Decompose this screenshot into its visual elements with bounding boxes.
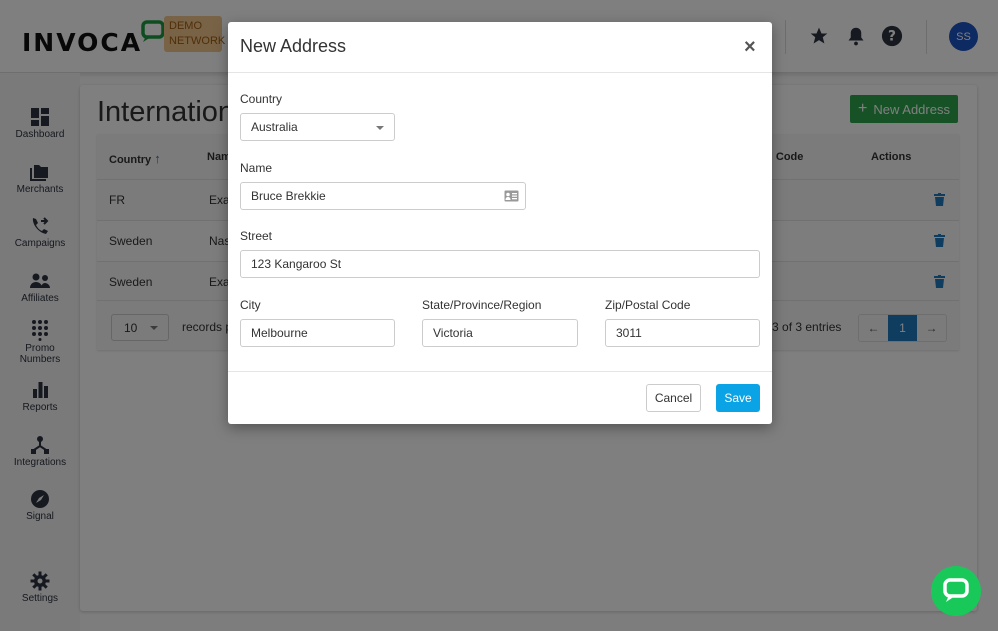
- chat-icon: [943, 578, 969, 602]
- contact-card-icon[interactable]: [504, 190, 519, 205]
- city-label: City: [240, 298, 261, 312]
- close-icon[interactable]: ×: [744, 37, 756, 57]
- country-select[interactable]: Australia: [240, 113, 395, 141]
- chevron-down-icon: [376, 126, 384, 130]
- modal-footer: Cancel Save: [228, 371, 772, 424]
- zip-label: Zip/Postal Code: [605, 298, 691, 312]
- name-value: Bruce Brekkie: [251, 189, 326, 203]
- zip-input[interactable]: 3011: [605, 319, 760, 347]
- street-value: 123 Kangaroo St: [251, 257, 342, 271]
- city-value: Melbourne: [251, 326, 308, 340]
- zip-value: 3011: [616, 326, 642, 340]
- new-address-modal: New Address × Country Australia Name Bru…: [228, 22, 772, 424]
- street-label: Street: [240, 229, 273, 243]
- name-label: Name: [240, 161, 273, 175]
- save-button[interactable]: Save: [716, 384, 760, 412]
- state-input[interactable]: Victoria: [422, 319, 578, 347]
- city-input[interactable]: Melbourne: [240, 319, 395, 347]
- modal-header: New Address ×: [228, 22, 772, 73]
- chat-button[interactable]: [931, 566, 981, 616]
- modal-title: New Address: [240, 36, 347, 56]
- state-label: State/Province/Region: [422, 298, 542, 312]
- name-input[interactable]: Bruce Brekkie: [240, 182, 526, 210]
- cancel-button[interactable]: Cancel: [646, 384, 701, 412]
- country-label: Country: [240, 92, 283, 106]
- street-input[interactable]: 123 Kangaroo St: [240, 250, 760, 278]
- country-value: Australia: [251, 120, 298, 134]
- state-value: Victoria: [433, 326, 473, 340]
